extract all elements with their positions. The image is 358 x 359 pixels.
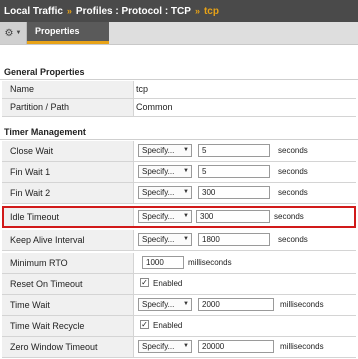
fin-wait-2-row: Fin Wait 2 Specify... ▼ 300 seconds <box>2 183 356 204</box>
idle-timeout-select-value: Specify... <box>142 212 175 221</box>
idle-timeout-select[interactable]: Specify... ▼ <box>138 210 192 223</box>
minimum-rto-unit: milliseconds <box>188 258 232 267</box>
name-label: Name <box>2 81 134 98</box>
keep-alive-input[interactable]: 1800 <box>198 233 270 246</box>
name-row: Name tcp <box>2 81 356 99</box>
partition-value: Common <box>136 102 173 112</box>
breadcrumb-local-traffic[interactable]: Local Traffic <box>4 6 63 17</box>
dropdown-arrow-icon: ▼ <box>183 343 189 349</box>
dropdown-arrow-icon: ▼ <box>183 213 189 219</box>
reset-on-timeout-enabled-label: Enabled <box>153 279 183 288</box>
close-wait-input[interactable]: 5 <box>198 144 270 157</box>
caret-down-icon: ▼ <box>15 30 22 36</box>
timer-management-title: Timer Management <box>0 124 358 140</box>
breadcrumb: Local Traffic » Profiles : Protocol : TC… <box>0 0 358 22</box>
keep-alive-unit: seconds <box>278 235 308 244</box>
zero-window-select-value: Specify... <box>142 342 175 351</box>
close-wait-unit: seconds <box>278 146 308 155</box>
zero-window-input[interactable]: 20000 <box>198 340 274 353</box>
time-wait-input[interactable]: 2000 <box>198 298 274 311</box>
zero-window-select[interactable]: Specify... ▼ <box>138 340 192 353</box>
fin-wait-1-input[interactable]: 5 <box>198 165 270 178</box>
time-wait-unit: milliseconds <box>280 300 324 309</box>
time-wait-recycle-row: Time Wait Recycle ✓ Enabled <box>2 316 356 337</box>
close-wait-select[interactable]: Specify... ▼ <box>138 144 192 157</box>
fin-wait-2-input[interactable]: 300 <box>198 186 270 199</box>
time-wait-recycle-enabled-label: Enabled <box>153 321 183 330</box>
idle-timeout-input[interactable]: 300 <box>196 210 270 223</box>
fin-wait-1-select-value: Specify... <box>142 167 175 176</box>
zero-window-label: Zero Window Timeout <box>2 337 134 357</box>
fin-wait-2-select[interactable]: Specify... ▼ <box>138 186 192 199</box>
keep-alive-select[interactable]: Specify... ▼ <box>138 233 192 246</box>
gear-icon: ⚙ <box>4 27 14 39</box>
reset-on-timeout-label: Reset On Timeout <box>2 274 134 294</box>
idle-timeout-label: Idle Timeout <box>2 207 134 227</box>
idle-timeout-unit: seconds <box>274 212 304 221</box>
close-wait-row: Close Wait Specify... ▼ 5 seconds <box>2 141 356 162</box>
fin-wait-2-unit: seconds <box>278 188 308 197</box>
general-properties-title: General Properties <box>0 64 358 80</box>
name-value: tcp <box>136 84 149 94</box>
minimum-rto-label: Minimum RTO <box>2 253 134 273</box>
fin-wait-1-select[interactable]: Specify... ▼ <box>138 165 192 178</box>
minimum-rto-row: Minimum RTO 1000 milliseconds <box>2 253 356 274</box>
breadcrumb-separator: » <box>66 6 72 16</box>
close-wait-label: Close Wait <box>2 141 134 161</box>
keep-alive-label: Keep Alive Interval <box>2 230 134 250</box>
dropdown-arrow-icon: ▼ <box>183 168 189 174</box>
minimum-rto-input[interactable]: 1000 <box>142 256 184 269</box>
breadcrumb-profiles-tcp[interactable]: Profiles : Protocol : TCP <box>76 6 191 17</box>
dropdown-arrow-icon: ▼ <box>183 189 189 195</box>
reset-on-timeout-checkbox[interactable]: ✓ <box>140 278 149 287</box>
dropdown-arrow-icon: ▼ <box>183 236 189 242</box>
reset-on-timeout-row: Reset On Timeout ✓ Enabled <box>2 274 356 295</box>
fin-wait-1-label: Fin Wait 1 <box>2 162 134 182</box>
breadcrumb-separator: » <box>194 6 200 16</box>
time-wait-label: Time Wait <box>2 295 134 315</box>
keep-alive-row: Keep Alive Interval Specify... ▼ 1800 se… <box>2 230 356 251</box>
fin-wait-2-label: Fin Wait 2 <box>2 183 134 203</box>
zero-window-unit: milliseconds <box>280 342 324 351</box>
partition-row: Partition / Path Common <box>2 99 356 117</box>
idle-timeout-row: Idle Timeout Specify... ▼ 300 seconds <box>2 207 356 228</box>
fin-wait-1-unit: seconds <box>278 167 308 176</box>
breadcrumb-current: tcp <box>203 5 219 17</box>
time-wait-recycle-label: Time Wait Recycle <box>2 316 134 336</box>
tab-bar: ⚙ ▼ Properties <box>0 22 358 45</box>
time-wait-recycle-checkbox[interactable]: ✓ <box>140 320 149 329</box>
dropdown-arrow-icon: ▼ <box>183 147 189 153</box>
fin-wait-2-select-value: Specify... <box>142 188 175 197</box>
zero-window-row: Zero Window Timeout Specify... ▼ 20000 m… <box>2 337 356 358</box>
tab-properties[interactable]: Properties <box>27 22 109 44</box>
gear-menu-button[interactable]: ⚙ ▼ <box>0 22 27 44</box>
dropdown-arrow-icon: ▼ <box>183 301 189 307</box>
close-wait-select-value: Specify... <box>142 146 175 155</box>
fin-wait-1-row: Fin Wait 1 Specify... ▼ 5 seconds <box>2 162 356 183</box>
time-wait-select-value: Specify... <box>142 300 175 309</box>
partition-label: Partition / Path <box>2 99 134 116</box>
time-wait-row: Time Wait Specify... ▼ 2000 milliseconds <box>2 295 356 316</box>
time-wait-select[interactable]: Specify... ▼ <box>138 298 192 311</box>
keep-alive-select-value: Specify... <box>142 235 175 244</box>
